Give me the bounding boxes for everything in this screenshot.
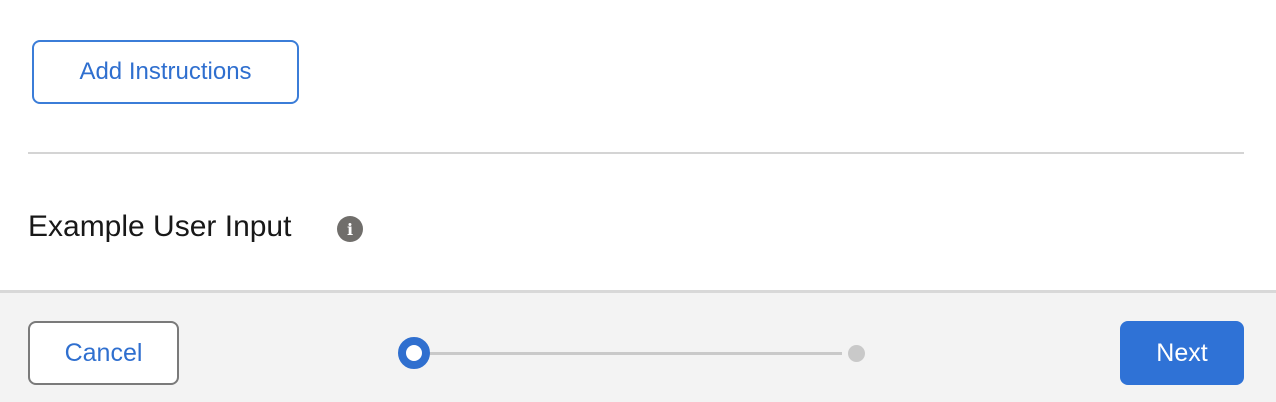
progress-step-upcoming[interactable] [848,345,865,362]
section-divider [28,152,1244,154]
modal-footer: Cancel Next [0,290,1276,402]
section-title: Example User Input [28,210,292,243]
progress-track [414,352,842,355]
info-icon[interactable]: i [337,216,363,242]
next-button[interactable]: Next [1120,321,1244,385]
modal-page: Add Instructions Example User Input i Ca… [0,0,1276,402]
progress-indicator [398,337,868,369]
cancel-button[interactable]: Cancel [28,321,179,385]
add-instructions-button[interactable]: Add Instructions [32,40,299,104]
progress-step-current[interactable] [398,337,430,369]
